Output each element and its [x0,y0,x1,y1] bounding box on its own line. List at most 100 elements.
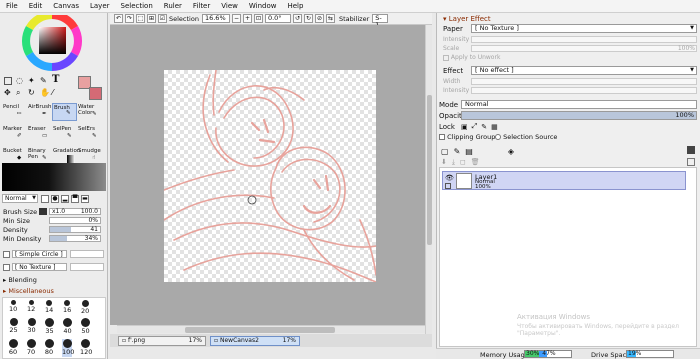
tool-selers[interactable]: SelErs ✎ [77,125,102,143]
zoom-reset-button[interactable]: ⊡ [253,14,263,23]
shape-intensity-field[interactable] [70,250,104,258]
misc-section[interactable]: ▸ Miscellaneous [3,287,54,295]
move-icon[interactable]: ✥ [4,89,12,97]
paper-intensity-slider[interactable] [471,36,697,43]
menu-file[interactable]: File [6,2,18,10]
eye-icon[interactable]: 👁 [445,174,454,182]
menu-canvas[interactable]: Canvas [53,2,79,10]
menu-layer[interactable]: Layer [90,2,110,10]
size-cell[interactable]: 80 [44,339,54,357]
brush-texture-select[interactable]: [ No Texture ] [12,263,67,271]
size-cell[interactable]: 12 [27,300,35,314]
tool-airbrush[interactable]: AirBrush ✒ [27,103,52,121]
tip-bar-icon[interactable]: ▬ [81,194,89,203]
zoom-icon[interactable]: ⌕ [16,89,24,97]
stabilizer-select[interactable]: S-1 [372,14,389,29]
menu-selection[interactable]: Selection [121,2,153,10]
size-cell[interactable]: 40 [63,318,72,335]
tip-square-icon[interactable] [41,194,49,203]
texture-intensity-field[interactable] [70,263,104,271]
size-cell[interactable]: 70 [26,339,36,357]
layer-row[interactable]: 👁 Layer1 Normal 100% [442,171,686,190]
selection-source-radio[interactable] [495,134,501,140]
size-cell[interactable]: 16 [63,300,71,314]
deselect-button[interactable]: ⬚ [136,14,145,23]
panel-menu-icon[interactable] [687,146,695,154]
size-cell[interactable]: 50 [81,318,90,335]
tool-eraser[interactable]: Eraser ▭ [27,125,52,143]
size-cell[interactable]: 25 [9,318,18,334]
eraser-layer-icon[interactable]: ◈ [508,147,514,156]
rect-select-icon[interactable] [4,77,12,85]
tool-pencil[interactable]: Pencil ✏ [2,103,27,121]
undo-button[interactable]: ↶ [114,14,123,23]
panel-toggle-icon[interactable] [687,158,695,166]
canvas-viewport[interactable] [110,25,425,325]
tip-round-icon[interactable]: ● [51,194,59,203]
rotate-cw-button[interactable]: ↻ [303,14,313,23]
size-cell[interactable]: 30 [27,318,36,334]
zoom-field[interactable]: 16.6% [201,14,230,23]
zoom-out-button[interactable]: − [231,14,241,23]
layer-effect-header[interactable]: ▾ Layer Effect [443,15,491,23]
merge-down-icon[interactable]: ⤓ [452,158,455,167]
effect-select[interactable]: [ No effect ] ▼ [471,66,697,75]
density-slider[interactable]: 41 [49,226,101,233]
selection-source-option[interactable]: Selection Source [495,133,557,141]
secondary-color-swatch[interactable] [89,87,102,100]
layer-opacity-slider[interactable]: 100% [461,111,697,120]
color-wheel[interactable] [8,15,102,77]
new-linework-layer-icon[interactable]: ✎ [454,147,461,156]
size-cell[interactable]: 10 [9,300,17,314]
effect-width-slider[interactable] [471,78,697,85]
hand-icon[interactable]: ✋ [40,89,50,97]
vertical-scroll-thumb[interactable] [427,95,432,245]
size-cell[interactable]: 20 [81,300,89,315]
menu-window[interactable]: Window [249,2,277,10]
clipping-group-option[interactable]: Clipping Group [439,133,495,141]
shape-checkbox[interactable] [3,250,10,258]
transfer-down-icon[interactable]: ⬇ [441,158,447,166]
doc-tab-2[interactable]: ▫ NewCanvas2 17% [210,336,300,346]
brush-shape-select[interactable]: [ Simple Circle ] [12,250,67,258]
blending-section[interactable]: ▸ Blending [3,276,37,284]
tool-brush[interactable]: Brush ✎ [52,103,77,121]
size-cell[interactable]: 35 [45,318,54,335]
lock-layer-icon[interactable]: ▣ [461,123,468,131]
blend-mode-select[interactable]: Normal ▼ [2,194,38,203]
rotate-reset-button[interactable]: ⊘ [314,14,324,23]
invert-selection-button[interactable]: ⊞ [147,14,156,23]
new-folder-icon[interactable]: ▤ [465,147,473,156]
tool-watercolor[interactable]: Water Color ✎ [77,103,102,121]
lock-move-icon[interactable]: ⤢ [472,122,478,131]
magic-wand-icon[interactable]: ✦ [28,77,36,85]
redo-button[interactable]: ↷ [125,14,134,23]
menu-view[interactable]: View [221,2,238,10]
size-cell-selected[interactable]: 100 [62,339,74,357]
menu-filter[interactable]: Filter [193,2,210,10]
layer-select-checkbox[interactable] [445,183,451,189]
size-cell[interactable]: 60 [8,339,18,357]
brush-size-slider[interactable]: x1.0 100.0 [49,208,101,215]
menu-ruler[interactable]: Ruler [164,2,182,10]
tool-marker[interactable]: Marker ✐ [2,125,27,143]
apply-unwork-checkbox[interactable] [443,54,449,61]
lock-alpha-icon[interactable]: ▦ [491,123,498,131]
vertical-scrollbar[interactable] [425,25,432,337]
layer-mode-select[interactable]: Normal [461,100,697,109]
size-cell[interactable]: 14 [45,300,53,314]
menu-help[interactable]: Help [287,2,303,10]
paper-scale-slider[interactable]: 100% [471,45,697,52]
size-cell[interactable]: 120 [80,339,92,357]
paper-select[interactable]: [ No Texture ] ▼ [471,24,697,33]
selection-visible-checkbox[interactable]: ☑ [158,14,167,23]
text-tool-icon[interactable]: T [52,75,62,85]
lasso-icon[interactable]: ◌ [16,77,24,85]
clear-layer-icon[interactable]: ◻ [460,158,466,166]
zoom-in-button[interactable]: + [242,14,252,23]
lock-paint-icon[interactable]: ✎ [481,123,487,131]
tip-flat-icon[interactable]: ▂ [61,194,69,203]
doc-tab-1[interactable]: ▫ f'.png 17% [118,336,206,346]
horizontal-scroll-thumb[interactable] [185,327,335,333]
min-size-slider[interactable]: 0% [49,217,101,224]
